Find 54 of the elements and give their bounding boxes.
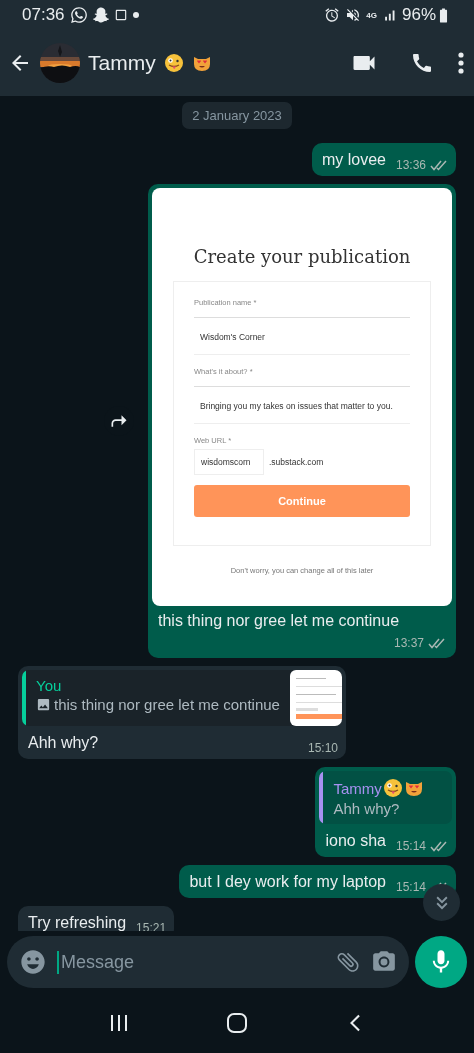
screenshot-thumbnail-drawing	[289, 670, 342, 726]
message-text: iono sha	[325, 831, 386, 851]
voice-call-button[interactable]	[410, 51, 434, 75]
date-chip: 2 January 2023	[182, 102, 292, 129]
battery-level: 96%	[401, 5, 436, 25]
quote-text: Ahh why?	[333, 800, 400, 817]
zany-face-icon	[382, 778, 403, 798]
menu-button[interactable]	[458, 52, 464, 74]
quote-text: this thing nor gree let me continue	[54, 696, 280, 713]
continue-button: Continue	[194, 485, 410, 517]
smiley-icon	[19, 948, 47, 976]
emoji-button[interactable]	[19, 948, 47, 976]
image-icon	[36, 697, 51, 712]
microphone-button[interactable]	[415, 936, 467, 988]
url-field: wisdomscorn	[194, 449, 264, 475]
alarm-icon	[324, 7, 341, 23]
message-text: Try refreshing	[28, 913, 127, 931]
recent-apps-button[interactable]	[109, 1014, 129, 1032]
network-type: 4G	[366, 10, 377, 20]
message-text: but I dey work for my laptop	[189, 872, 386, 892]
message-time: 15:14	[395, 880, 426, 894]
message-text: Ahh why?	[28, 733, 99, 753]
page-heading: Create your publication	[193, 246, 411, 267]
quote-author: You	[36, 677, 62, 694]
dot-icon	[132, 12, 139, 18]
mute-icon	[345, 7, 362, 23]
message-time: 15:10	[307, 741, 338, 755]
rounded-square-icon	[227, 1013, 247, 1033]
three-bars-icon	[109, 1014, 129, 1032]
phone-icon	[410, 51, 434, 75]
whatsapp-icon	[69, 6, 88, 24]
clock: 07:36	[22, 5, 65, 25]
text-field: Wisdom's Corner	[194, 318, 410, 355]
image-caption: this thing nor gree let me continue	[157, 611, 401, 630]
notification-icon	[113, 8, 128, 22]
url-suffix: .substack.com	[269, 457, 324, 467]
message-time: 15:14	[395, 839, 426, 853]
ghost-icon	[92, 7, 109, 23]
quoted-message[interactable]: You this thing nor gree let me continue	[22, 670, 342, 726]
message-text: my lovee	[321, 150, 386, 170]
message-time: 13:37	[393, 636, 424, 650]
message-field[interactable]: Message	[7, 936, 409, 988]
contact-name[interactable]: Tammy	[88, 51, 156, 75]
menu-icon	[458, 52, 464, 74]
zany-face-icon	[163, 53, 184, 73]
text-field: Bringing you my takes on issues that matter to you.	[194, 387, 410, 424]
quoted-message[interactable]: Tammy Ahh why?	[319, 771, 452, 824]
sent-message[interactable]: Tammy Ahh why? iono sha 15:14	[315, 767, 456, 857]
sent-message[interactable]: my lovee 13:36	[311, 143, 456, 176]
message-time: 13:36	[395, 158, 426, 172]
sent-message[interactable]: but I dey work for my laptop 15:14	[179, 865, 456, 898]
quote-author: Tammy	[333, 779, 382, 797]
home-button[interactable]	[227, 1013, 247, 1033]
received-message[interactable]: You this thing nor gree let me continue Ahh why? 15:10	[18, 666, 346, 759]
